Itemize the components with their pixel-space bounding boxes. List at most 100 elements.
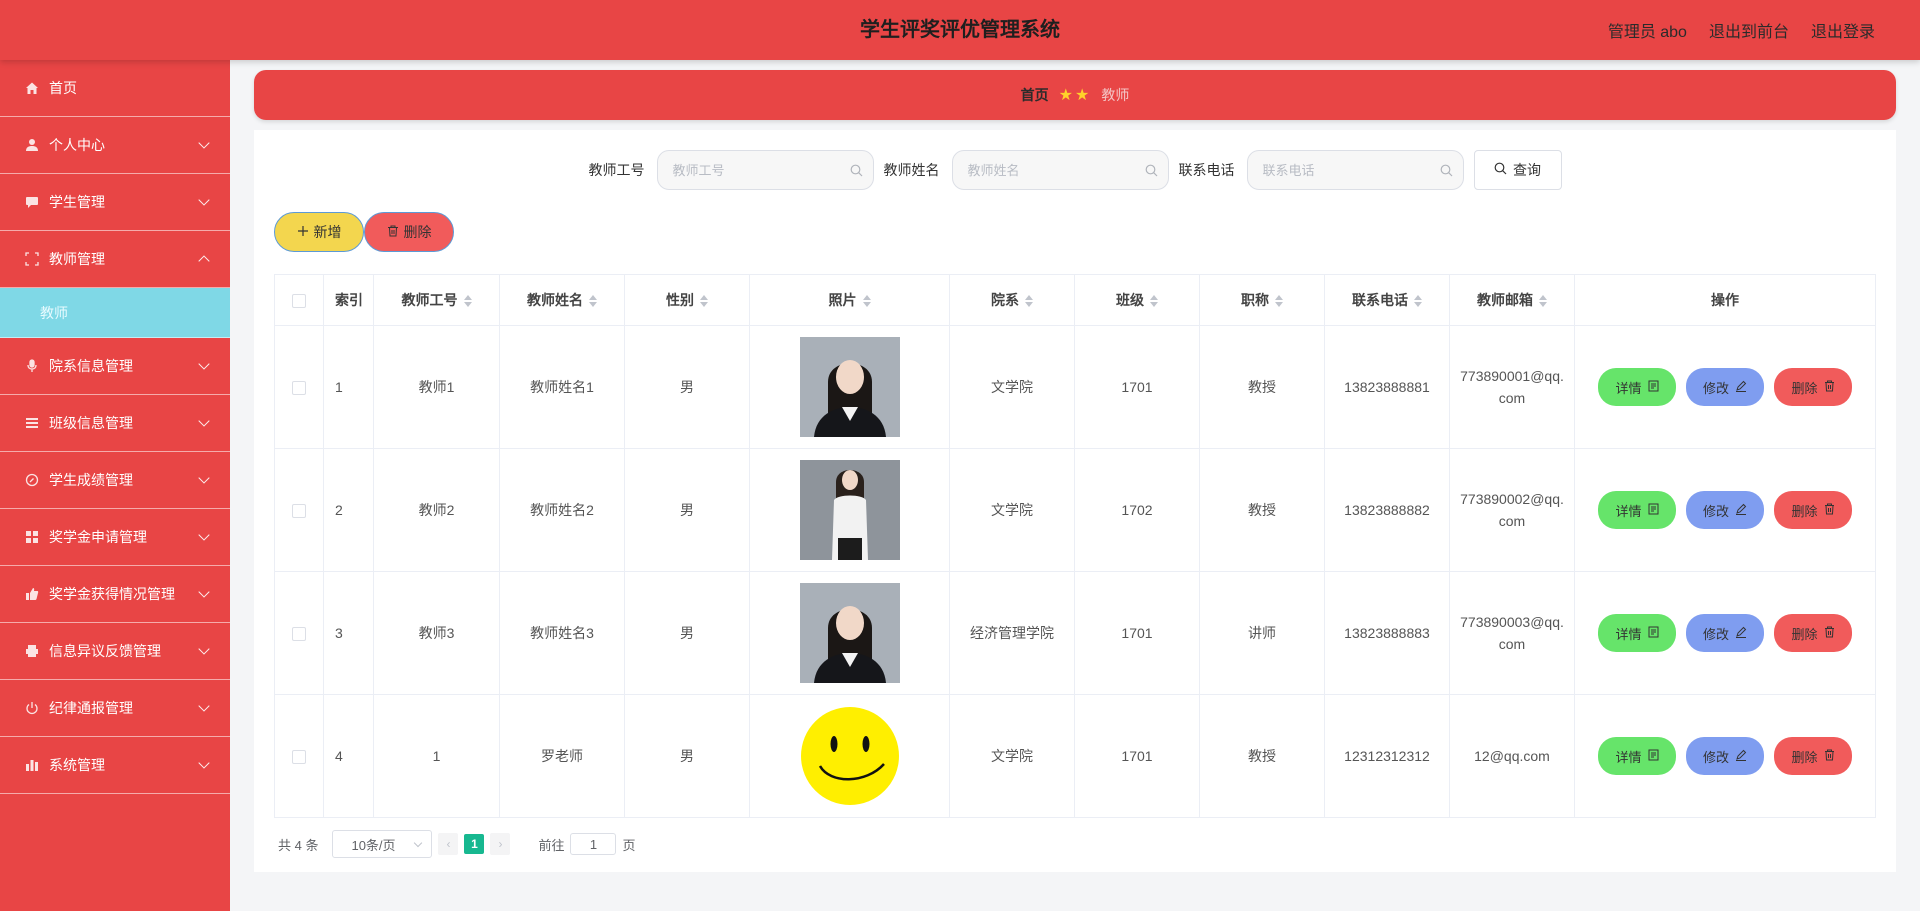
teacher-photo[interactable] bbox=[799, 337, 900, 437]
sidebar-item-feedback[interactable]: 信息异议反馈管理 bbox=[0, 623, 230, 680]
frame-icon bbox=[24, 251, 40, 267]
grid-icon bbox=[24, 529, 40, 545]
cell-teacher-name: 罗老师 bbox=[499, 694, 625, 818]
toolbar: 新增 删除 bbox=[274, 212, 454, 252]
cell-teacher-name: 教师姓名3 bbox=[499, 571, 625, 695]
sort-icon[interactable] bbox=[589, 295, 597, 308]
sidebar-item-student-scores[interactable]: 学生成绩管理 bbox=[0, 452, 230, 509]
select-all-cell bbox=[274, 274, 324, 326]
detail-button-label: 详情 bbox=[1615, 626, 1642, 642]
row-checkbox[interactable] bbox=[292, 381, 306, 396]
sidebar-item-department-info[interactable]: 院系信息管理 bbox=[0, 338, 230, 395]
add-button[interactable]: 新增 bbox=[274, 212, 364, 252]
teacher-photo[interactable] bbox=[799, 583, 900, 683]
search-field-box bbox=[656, 150, 874, 190]
cell-email: 773890002@qq.com bbox=[1449, 448, 1575, 572]
sort-icon[interactable] bbox=[1275, 295, 1283, 308]
search-teacher-name: 教师姓名 bbox=[884, 150, 1169, 190]
sidebar-item-system-management[interactable]: 系统管理 bbox=[0, 737, 230, 794]
page-size-select[interactable]: 10条/页 bbox=[332, 830, 433, 858]
phone-input[interactable] bbox=[1247, 151, 1463, 189]
sort-icon[interactable] bbox=[1025, 295, 1033, 308]
sidebar-item-class-info[interactable]: 班级信息管理 bbox=[0, 395, 230, 452]
sort-icon[interactable] bbox=[700, 295, 708, 308]
detail-button[interactable]: 详情 bbox=[1598, 368, 1676, 406]
sidebar-item-label: 信息异议反馈管理 bbox=[49, 643, 161, 659]
sidebar-subitem-teacher[interactable]: 教师 bbox=[0, 288, 230, 338]
sort-icon[interactable] bbox=[1414, 295, 1422, 308]
column-header[interactable]: 联系电话 bbox=[1324, 274, 1450, 326]
table-header-row: 索引 教师工号 教师姓名 性别 照片 院系 班级 职称 联系电话 教师邮箱 操作 bbox=[274, 274, 1876, 326]
table-row: 4 1 罗老师男 文学院 1701 教授 12312312312 12@qq.com 详情 修改 删… bbox=[274, 694, 1876, 818]
next-page-button[interactable]: › bbox=[490, 833, 511, 855]
sidebar-item-personal-center[interactable]: 个人中心 bbox=[0, 117, 230, 174]
delete-button-label: 删除 bbox=[1791, 503, 1818, 519]
cell-title: 讲师 bbox=[1199, 571, 1325, 695]
detail-button[interactable]: 详情 bbox=[1598, 491, 1676, 529]
delete-button-label: 删除 bbox=[1791, 626, 1818, 642]
delete-button-label: 删除 bbox=[1791, 749, 1818, 765]
sort-icon[interactable] bbox=[862, 295, 871, 308]
detail-button[interactable]: 详情 bbox=[1598, 737, 1676, 775]
delete-row-button[interactable]: 删除 bbox=[1774, 614, 1852, 652]
teacher-table: 索引 教师工号 教师姓名 性别 照片 院系 班级 职称 联系电话 教师邮箱 操作… bbox=[274, 274, 1876, 818]
table-row: 1 教师1 教师姓名1 男 文学院 1701 教授 13823888881 773890001@… bbox=[274, 325, 1876, 449]
edit-button-label: 修改 bbox=[1702, 503, 1729, 519]
cell-phone: 13823888881 bbox=[1324, 325, 1450, 449]
sidebar-item-label: 教师管理 bbox=[49, 251, 105, 267]
sidebar-item-scholarship-awards[interactable]: 奖学金获得情况管理 bbox=[0, 566, 230, 623]
column-header[interactable]: 职称 bbox=[1199, 274, 1325, 326]
back-to-front-link[interactable]: 退出到前台 bbox=[1709, 18, 1789, 42]
batch-delete-label: 删除 bbox=[403, 224, 432, 240]
chevron-down-icon bbox=[414, 838, 423, 848]
row-checkbox[interactable] bbox=[292, 627, 306, 642]
logout-link[interactable]: 退出登录 bbox=[1811, 18, 1875, 42]
select-all-checkbox[interactable] bbox=[292, 294, 306, 309]
sort-icon[interactable] bbox=[1539, 295, 1547, 308]
delete-row-button[interactable]: 删除 bbox=[1774, 491, 1852, 529]
star-icon: ★★ bbox=[1058, 87, 1092, 104]
sort-icon[interactable] bbox=[463, 295, 472, 308]
column-header[interactable]: 教师工号 bbox=[373, 274, 500, 326]
column-header[interactable]: 班级 bbox=[1074, 274, 1200, 326]
edit-button[interactable]: 修改 bbox=[1686, 737, 1764, 775]
column-header-label: 索引 bbox=[335, 292, 363, 308]
column-header-label: 教师姓名 bbox=[527, 292, 583, 308]
column-header[interactable]: 教师姓名 bbox=[499, 274, 625, 326]
cell-teacher-name: 教师姓名1 bbox=[499, 325, 625, 449]
delete-row-button[interactable]: 删除 bbox=[1774, 368, 1852, 406]
cell-photo bbox=[749, 325, 950, 449]
detail-button[interactable]: 详情 bbox=[1598, 614, 1676, 652]
sidebar-item-home[interactable]: 首页 bbox=[0, 60, 230, 117]
search-phone: 联系电话 bbox=[1179, 150, 1464, 190]
column-header[interactable]: 教师邮箱 bbox=[1449, 274, 1575, 326]
page-number[interactable]: 1 bbox=[464, 834, 485, 854]
sidebar-item-student-management[interactable]: 学生管理 bbox=[0, 174, 230, 231]
batch-delete-button[interactable]: 删除 bbox=[364, 212, 454, 252]
column-header[interactable]: 院系 bbox=[949, 274, 1075, 326]
edit-button[interactable]: 修改 bbox=[1686, 614, 1764, 652]
query-button[interactable]: 查询 bbox=[1473, 150, 1562, 190]
goto-page-input[interactable] bbox=[570, 833, 617, 855]
breadcrumb-home[interactable]: 首页 bbox=[1021, 85, 1049, 105]
sidebar-item-discipline[interactable]: 纪律通报管理 bbox=[0, 680, 230, 737]
teacher-photo[interactable] bbox=[799, 460, 900, 560]
edit-button[interactable]: 修改 bbox=[1686, 491, 1764, 529]
row-checkbox[interactable] bbox=[292, 750, 306, 765]
cell-department: 文学院 bbox=[949, 448, 1075, 572]
sort-icon[interactable] bbox=[1150, 295, 1158, 308]
cell-class: 1701 bbox=[1074, 325, 1200, 449]
prev-page-button[interactable]: ‹ bbox=[438, 833, 459, 855]
row-checkbox[interactable] bbox=[292, 504, 306, 519]
sidebar-item-teacher-management[interactable]: 教师管理 bbox=[0, 231, 230, 288]
teacher-id-input[interactable] bbox=[657, 151, 873, 189]
teacher-photo[interactable] bbox=[799, 706, 900, 806]
edit-button[interactable]: 修改 bbox=[1686, 368, 1764, 406]
column-header[interactable]: 性别 bbox=[624, 274, 750, 326]
teacher-name-input[interactable] bbox=[952, 151, 1168, 189]
goto-page: 前往 页 bbox=[538, 833, 636, 855]
column-header[interactable]: 照片 bbox=[749, 274, 950, 326]
delete-row-button[interactable]: 删除 bbox=[1774, 737, 1852, 775]
sidebar-item-scholarship-application[interactable]: 奖学金申请管理 bbox=[0, 509, 230, 566]
column-header: 索引 bbox=[323, 274, 374, 326]
